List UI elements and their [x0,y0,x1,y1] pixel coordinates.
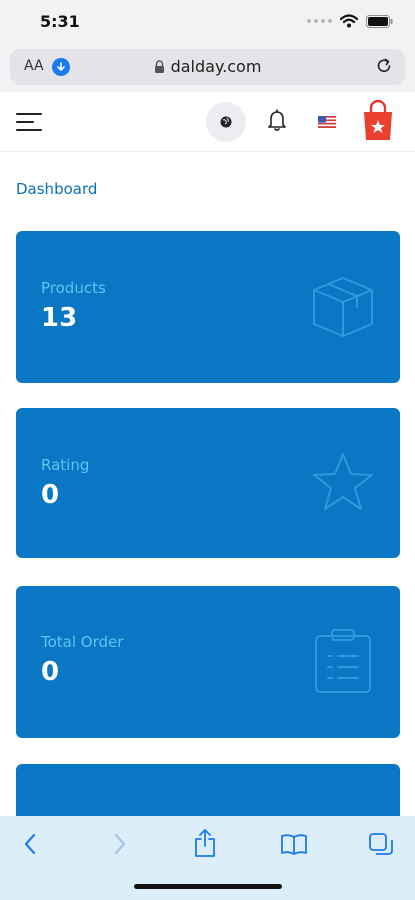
status-time: 5:31 [40,12,80,31]
forward-icon[interactable] [112,832,128,856]
clipboard-icon [315,629,371,693]
products-card[interactable]: Products 13 [16,231,400,383]
reload-icon[interactable] [375,57,393,75]
wifi-icon [340,14,358,28]
us-flag-icon[interactable] [318,116,336,128]
language-button[interactable] [206,102,246,142]
address-bar[interactable]: AA dalday.com [10,49,405,85]
card-value: 13 [41,303,78,333]
back-icon[interactable] [22,832,38,856]
card-value: 0 [41,657,60,687]
signal-icon [307,19,332,23]
bell-icon[interactable] [266,108,288,132]
card-label: Total Order [41,633,124,651]
battery-icon [366,14,393,28]
shopping-bag-icon[interactable] [362,100,394,142]
status-bar: 5:31 [0,0,415,44]
share-icon[interactable] [193,828,217,858]
card-value: 0 [41,480,60,510]
browser-address-area: AA dalday.com [0,44,415,92]
star-icon [313,453,373,510]
rating-card[interactable]: Rating 0 [16,408,400,558]
card-label: Rating [41,456,90,474]
tabs-icon[interactable] [368,832,394,858]
url-display[interactable]: dalday.com [10,57,405,76]
site-header [0,92,415,152]
url-text: dalday.com [170,57,262,76]
total-order-card[interactable]: Total Order 0 [16,586,400,738]
home-indicator [134,884,282,889]
box-icon [313,277,373,337]
globe-icon [220,116,232,128]
lock-icon [154,59,164,73]
status-icons [307,14,393,28]
menu-icon[interactable] [16,112,42,132]
breadcrumb[interactable]: Dashboard [16,180,97,198]
card-label: Products [41,279,106,297]
bookmarks-icon[interactable] [280,833,308,855]
